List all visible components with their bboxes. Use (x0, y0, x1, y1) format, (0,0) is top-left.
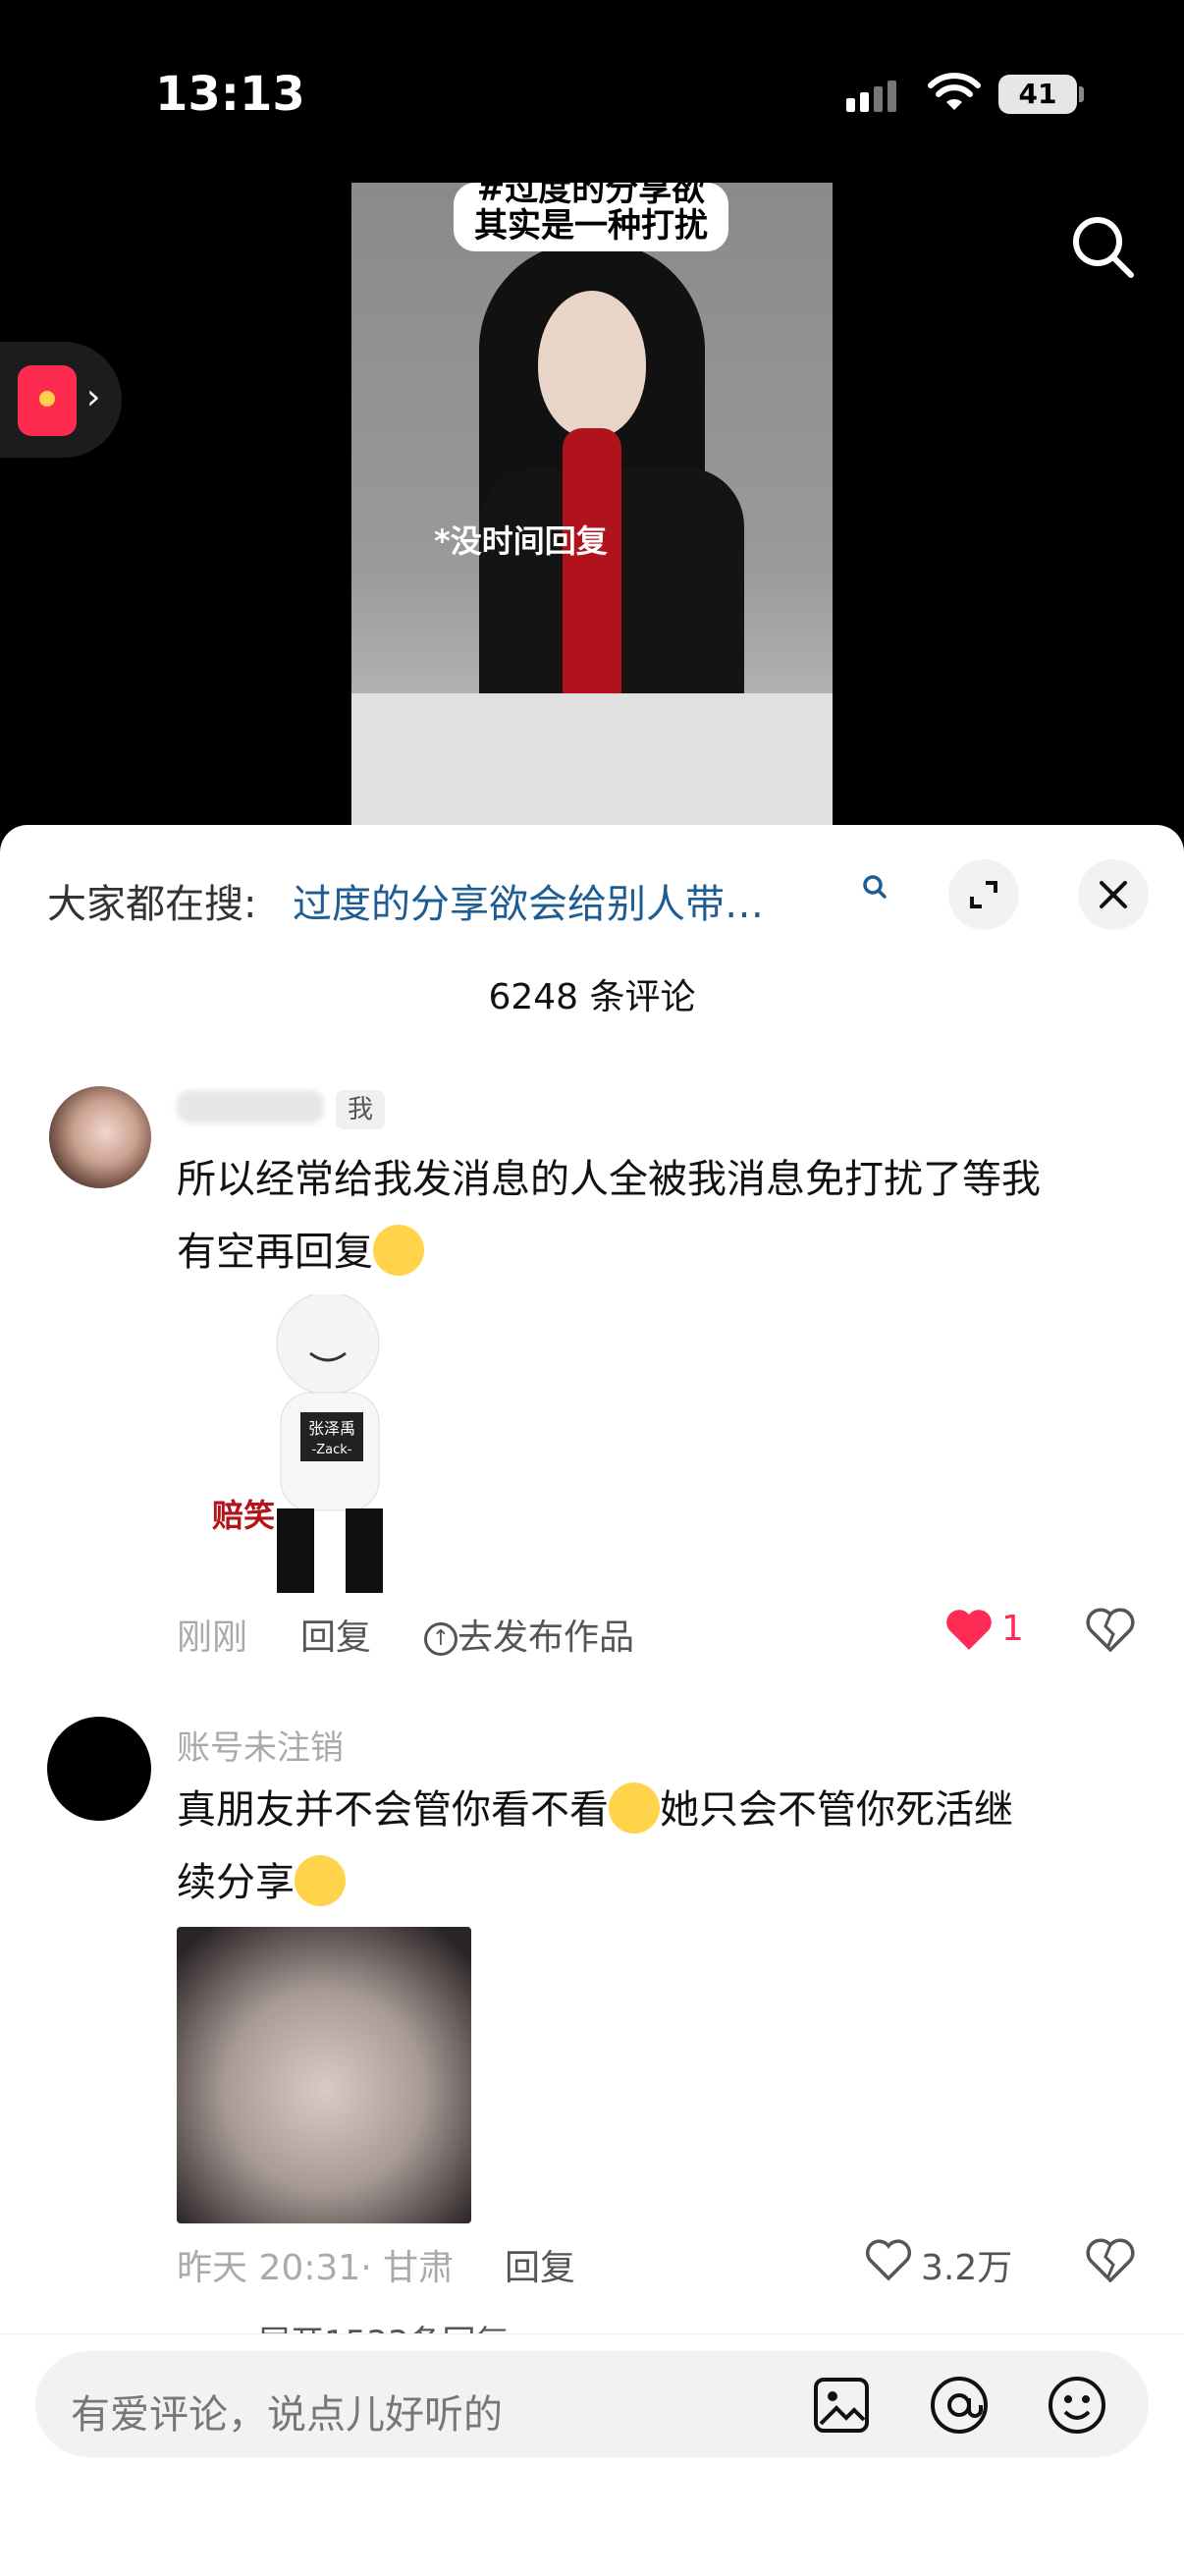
username-blurred[interactable] (177, 1090, 324, 1124)
comment-sheet (0, 825, 1184, 2575)
video-title-overlay: #过度的分享欲 其实是一种打扰 (454, 183, 728, 251)
me-badge: 我 (336, 1090, 385, 1129)
red-envelope-icon (18, 365, 77, 436)
sticker-name-line1: 张泽禹 (308, 1419, 355, 1438)
publish-work-label: 去发布作品 (457, 1617, 635, 1658)
expand-button[interactable] (948, 859, 1019, 930)
video-laptop (351, 693, 833, 825)
comment-text-line2: 续分享 (177, 1860, 295, 1905)
reply-button[interactable]: 回复 (300, 1609, 371, 1660)
sticker-image[interactable]: 张泽禹 -Zack- 赔笑 (212, 1291, 408, 1593)
sticker-image[interactable] (177, 1927, 471, 2223)
flushed-face-emoji-icon (609, 1782, 660, 1834)
video-title-line1: #过度的分享欲 (476, 183, 706, 206)
like-button[interactable] (944, 1607, 994, 1656)
video-preview[interactable]: #过度的分享欲 其实是一种打扰 *没时间回复 (351, 183, 833, 825)
comment-text-line1b: 她只会不管你死活继 (660, 1787, 1013, 1833)
expand-icon (970, 881, 997, 908)
image-icon (814, 2378, 869, 2433)
broken-heart-icon (1086, 1608, 1135, 1653)
publish-work-button[interactable]: ↑ 去发布作品 (424, 1609, 634, 1660)
smiley-icon (1049, 2377, 1105, 2434)
avatar[interactable] (47, 1717, 151, 1821)
heart-outline-icon (865, 2239, 912, 2281)
comment-time: 刚刚 (177, 1617, 248, 1658)
cellular-signal-icon (846, 81, 901, 112)
battery-tip (1079, 86, 1084, 102)
avatar[interactable] (49, 1086, 151, 1188)
close-button[interactable] (1078, 859, 1149, 930)
search-hint-icon[interactable] (860, 872, 889, 905)
image-picker-button[interactable] (813, 2377, 870, 2438)
broken-heart-icon (1086, 2238, 1135, 2283)
sticker-caption: 赔笑 (212, 1497, 275, 1534)
video-scarf (563, 428, 621, 723)
upload-icon: ↑ (424, 1622, 457, 1656)
close-icon (1100, 881, 1127, 908)
like-count: 3.2万 (921, 2248, 1013, 2288)
like-count: 1 (1001, 1609, 1024, 1649)
status-time: 13:13 (155, 67, 305, 122)
at-sign-icon (931, 2377, 988, 2434)
comment-text-line2: 有空再回复 (177, 1230, 373, 1275)
video-caption: *没时间回复 (434, 522, 608, 560)
battery-indicator: 41 (998, 75, 1077, 114)
reply-button[interactable]: 回复 (505, 2239, 575, 2290)
mention-button[interactable] (929, 2375, 990, 2439)
comment-text-line1: 真朋友并不会管你看不看 (177, 1787, 609, 1833)
dislike-button[interactable] (1086, 1607, 1135, 1656)
flushed-face-emoji-icon (295, 1855, 346, 1906)
comment-input-placeholder[interactable]: 有爱评论，说点儿好听的 (71, 2383, 503, 2439)
comment-text-line1: 所以经常给我发消息的人全被我消息免打扰了等我 (177, 1157, 1041, 1202)
wifi-icon (927, 73, 982, 116)
red-packet-button[interactable]: › (0, 342, 122, 458)
video-title-line2: 其实是一种打扰 (474, 206, 708, 246)
like-button[interactable] (864, 2237, 913, 2286)
search-hint-link[interactable]: 过度的分享欲会给别人带… (293, 872, 764, 929)
chevron-right-icon: › (86, 377, 101, 417)
comment-time-location: 昨天 20:31· 甘肃 (177, 2248, 455, 2288)
comment-text: 真朋友并不会管你看不看 她只会不管你死活继 续分享 (177, 1774, 1158, 1919)
dislike-button[interactable] (1086, 2237, 1135, 2286)
emoji-button[interactable] (1047, 2375, 1107, 2439)
comment-text: 所以经常给我发消息的人全被我消息免打扰了等我 有空再回复 (177, 1143, 1158, 1288)
search-hint-label: 大家都在搜: (47, 882, 257, 927)
sticker-name-line2: -Zack- (312, 1443, 352, 1457)
search-icon[interactable] (1070, 214, 1135, 283)
video-person-face (538, 291, 646, 438)
comment-count: 6248 条评论 (488, 977, 696, 1017)
heart-filled-icon (946, 1610, 992, 1650)
dizzy-face-emoji-icon (373, 1225, 424, 1276)
comment-username[interactable]: 账号未注销 (177, 1721, 344, 1769)
